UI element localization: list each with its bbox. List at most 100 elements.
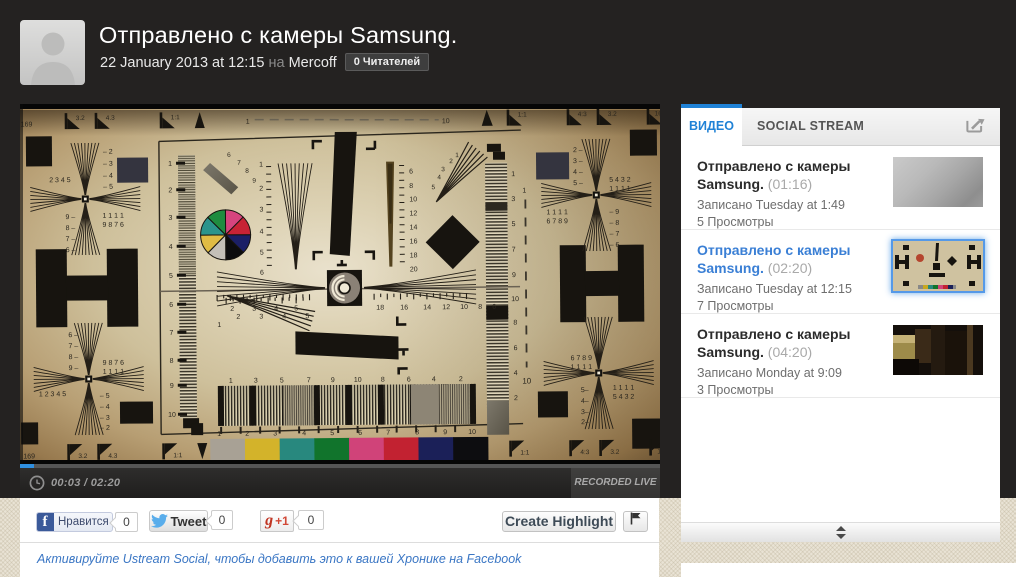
svg-text:10: 10 [168,412,176,419]
svg-text:6: 6 [358,430,362,437]
svg-text:4: 4 [437,174,441,181]
svg-text:3: 3 [259,207,263,214]
svg-text:1 1 1 1: 1 1 1 1 [102,213,124,220]
svg-text:7: 7 [512,247,516,254]
svg-text:2–: 2– [581,419,589,426]
svg-text:4: 4 [169,244,173,251]
svg-text:2 –: 2 – [573,147,583,154]
svg-text:– 3: – 3 [100,415,110,422]
svg-text:2: 2 [236,314,240,321]
svg-text:16: 16 [400,304,408,311]
svg-text:– 2: – 2 [103,149,113,156]
svg-text:5–: 5– [581,387,589,394]
svg-text:6: 6 [227,152,231,159]
svg-text:1 1 1 1: 1 1 1 1 [613,385,635,392]
svg-text:1 1 1 1: 1 1 1 1 [546,209,568,216]
svg-text:6 –: 6 – [68,332,78,339]
svg-text:1:1: 1:1 [173,452,182,459]
svg-text:3 –: 3 – [573,158,583,165]
svg-text:4: 4 [432,376,436,383]
svg-text:6: 6 [407,376,411,383]
svg-text:1:1: 1:1 [518,112,527,119]
svg-text:16: 16 [657,448,660,455]
svg-text:6: 6 [169,302,173,309]
svg-text:1 1 1 1: 1 1 1 1 [571,364,593,371]
svg-text:8 –: 8 – [69,354,79,361]
svg-text:18: 18 [376,305,384,312]
svg-text:8 –: 8 – [66,225,76,232]
svg-text:– 2: – 2 [100,425,110,432]
svg-text:5 4 3 2: 5 4 3 2 [609,177,631,184]
svg-text:2: 2 [449,158,453,165]
svg-text:6: 6 [409,168,413,175]
svg-text:4: 4 [302,430,306,437]
svg-text:7 –: 7 – [68,343,78,350]
svg-text:9 8 7 6: 9 8 7 6 [103,222,125,229]
svg-text:1 2 3 4 5: 1 2 3 4 5 [39,391,66,398]
svg-text:10: 10 [468,429,476,436]
svg-text:– 9: – 9 [609,209,619,216]
svg-text:5: 5 [260,250,264,257]
svg-text:2 3 4 5: 2 3 4 5 [49,177,71,184]
svg-text:169: 169 [23,453,35,460]
svg-text:1: 1 [511,171,515,178]
svg-text:9: 9 [252,178,256,185]
svg-text:5: 5 [280,377,284,384]
svg-text:5 4 3 2: 5 4 3 2 [613,394,635,401]
svg-text:14: 14 [410,224,418,231]
svg-text:3: 3 [254,378,258,385]
svg-text:10: 10 [442,118,450,125]
svg-text:10: 10 [511,296,519,303]
svg-text:7: 7 [169,330,173,337]
svg-text:3: 3 [168,215,172,222]
svg-text:12: 12 [442,304,450,311]
svg-text:3: 3 [511,196,515,203]
svg-text:5: 5 [305,313,309,320]
svg-text:8: 8 [381,377,385,384]
svg-text:16: 16 [410,238,418,245]
svg-text:– 6: – 6 [610,242,620,249]
svg-text:4.3: 4.3 [108,453,117,460]
svg-text:4: 4 [260,229,264,236]
svg-text:14: 14 [423,304,431,311]
svg-text:3: 3 [259,314,263,321]
svg-text:7 –: 7 – [66,236,76,243]
svg-text:3: 3 [273,430,277,437]
svg-text:4:3: 4:3 [578,111,587,118]
svg-text:8: 8 [478,304,482,311]
svg-text:12: 12 [409,210,417,217]
svg-text:6: 6 [514,345,518,352]
svg-text:1 1 1 1: 1 1 1 1 [609,186,631,193]
svg-text:6: 6 [260,270,264,277]
svg-text:8: 8 [409,183,413,190]
svg-text:9: 9 [331,377,335,384]
svg-text:5 –: 5 – [573,180,583,187]
svg-text:3.2: 3.2 [610,449,619,456]
svg-text:6 –: 6 – [66,247,76,254]
svg-text:1: 1 [246,119,250,126]
svg-text:9: 9 [170,383,174,390]
svg-text:2: 2 [245,431,249,438]
svg-text:4 –: 4 – [573,169,583,176]
svg-text:2: 2 [168,187,172,194]
svg-text:8: 8 [513,320,517,327]
svg-text:2: 2 [259,186,263,193]
svg-text:5: 5 [512,221,516,228]
svg-text:5: 5 [431,184,435,191]
svg-text:8: 8 [170,358,174,365]
svg-text:9 –: 9 – [69,365,79,372]
svg-text:3.2: 3.2 [78,453,87,460]
svg-text:1: 1 [259,162,263,169]
svg-text:10: 10 [409,196,417,203]
svg-text:3: 3 [441,166,445,173]
svg-text:– 4: – 4 [103,173,113,180]
svg-text:10: 10 [522,376,532,385]
svg-text:2: 2 [230,306,234,313]
svg-text:1 1 1 1: 1 1 1 1 [103,369,125,376]
svg-text:2: 2 [514,395,518,402]
svg-text:1: 1 [217,322,221,329]
svg-text:3.2: 3.2 [76,115,85,122]
svg-text:8: 8 [245,168,249,175]
svg-text:9: 9 [443,429,447,436]
svg-text:1: 1 [168,161,172,168]
